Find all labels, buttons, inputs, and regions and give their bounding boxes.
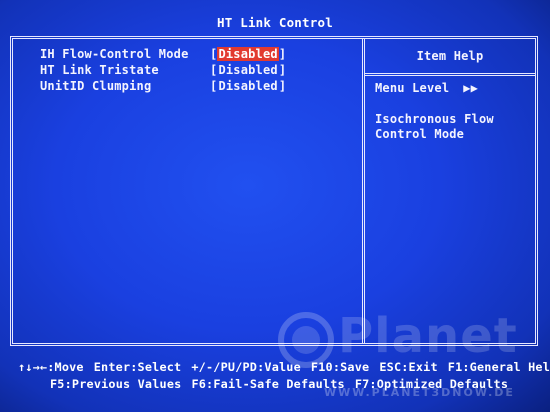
help-description-line1: Isochronous Flow [375, 112, 494, 126]
menu-level-arrows-icon: ▶▶ [463, 81, 479, 95]
help-divider-horizontal [365, 73, 535, 76]
setting-label: IH Flow-Control Mode [40, 47, 189, 61]
help-panel-title: Item Help [416, 49, 484, 63]
footer-key-exit: ESC:Exit [379, 360, 438, 374]
footer-line-1: ↑↓→←:Move Enter:Select +/-/PU/PD:Value F10:… [18, 360, 550, 375]
setting-value-text[interactable]: Disabled [217, 79, 278, 93]
footer-key-help: F1:General Help [447, 360, 550, 374]
setting-value-text[interactable]: Disabled [217, 47, 279, 61]
footer-key-save: F10:Save [310, 360, 370, 374]
help-description-line2: Control Mode [375, 127, 465, 141]
setting-label: UnitID Clumping [40, 79, 152, 93]
setting-label: HT Link Tristate [40, 63, 159, 77]
footer-key-move: ↑↓→←:Move [18, 360, 84, 374]
bios-screen: HT Link Control IH Flow-Control Mode [Di… [0, 0, 550, 412]
menu-level: Menu Level ▶▶ [375, 80, 478, 96]
footer-key-value: +/-/PU/PD:Value [191, 360, 301, 374]
setting-value-text[interactable]: Disabled [217, 63, 278, 77]
menu-level-label: Menu Level [375, 81, 450, 95]
setting-value[interactable]: [Disabled] [210, 78, 286, 94]
page-title: HT Link Control [217, 15, 333, 30]
setting-value-selected[interactable]: [Disabled] [210, 46, 286, 62]
footer-key-optimized: F7:Optimized Defaults [354, 377, 509, 391]
help-divider-vertical [362, 39, 365, 343]
footer-key-select: Enter:Select [93, 360, 182, 374]
footer-key-failsafe: F6:Fail-Safe Defaults [191, 377, 345, 391]
footer-line-2: F5:Previous Values F6:Fail-Safe Defaults F… [50, 377, 508, 392]
setting-value[interactable]: [Disabled] [210, 62, 286, 78]
footer-key-previous: F5:Previous Values [50, 377, 182, 391]
